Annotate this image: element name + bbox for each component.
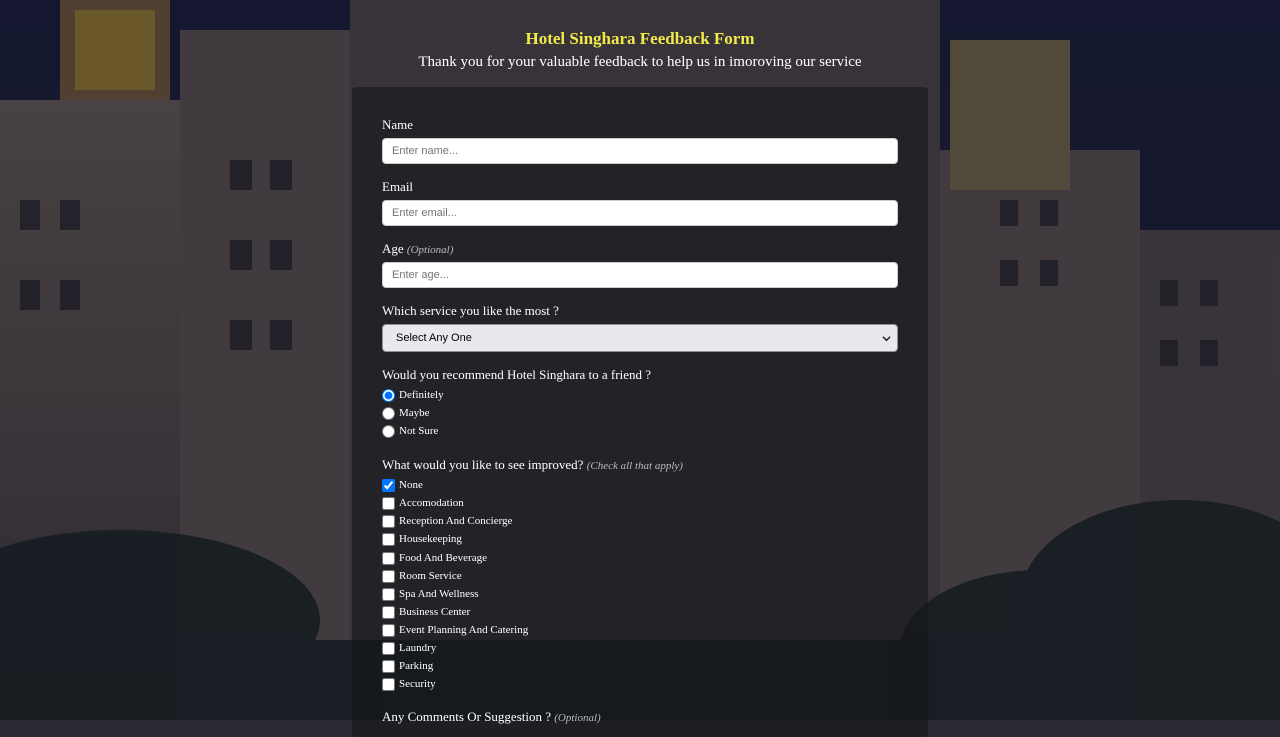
improve-option-label: Event Planning And Catering — [399, 624, 529, 636]
improve-hint: (Check all that apply) — [586, 460, 683, 472]
chevron-down-icon — [882, 336, 891, 342]
service-select[interactable]: Select Any One — [382, 324, 898, 352]
recommend-option[interactable]: Maybe — [382, 405, 430, 421]
improve-checkbox[interactable] — [382, 569, 395, 583]
recommend-radio[interactable] — [382, 388, 395, 402]
improve-option[interactable]: Accomodation — [382, 495, 464, 511]
recommend-option[interactable]: Not Sure — [382, 423, 438, 439]
recommend-option-label: Maybe — [399, 407, 430, 419]
improve-option[interactable]: Business Center — [382, 604, 470, 620]
improve-checkbox[interactable] — [382, 551, 395, 565]
page-title: Hotel Singhara Feedback Form — [525, 29, 755, 48]
improve-option[interactable]: Food And Beverage — [382, 550, 487, 566]
improve-option-label: Parking — [399, 660, 434, 672]
comments-label-text: Any Comments Or Suggestion ? — [382, 709, 551, 724]
recommend-label: Would you recommend Hotel Singhara to a … — [382, 367, 651, 382]
improve-option-label: Reception And Concierge — [399, 515, 513, 527]
improve-option[interactable]: Laundry — [382, 640, 436, 656]
improve-option[interactable]: Spa And Wellness — [382, 586, 479, 602]
comments-label: Any Comments Or Suggestion ? (Optional) — [382, 709, 601, 725]
improve-checkbox[interactable] — [382, 677, 395, 691]
improve-checkbox[interactable] — [382, 641, 395, 655]
improve-option-label: None — [399, 479, 423, 491]
age-label: Age (Optional) — [382, 241, 453, 257]
improve-option[interactable]: Room Service — [382, 568, 462, 584]
improve-option-label: Business Center — [399, 606, 471, 618]
improve-checkbox[interactable] — [382, 605, 395, 619]
email-label: Email — [382, 179, 414, 194]
recommend-radio[interactable] — [382, 424, 395, 438]
improve-option[interactable]: Event Planning And Catering — [382, 622, 528, 638]
improve-checkbox[interactable] — [382, 514, 395, 528]
improve-option[interactable]: Housekeeping — [382, 531, 462, 547]
improve-label: What would you like to see improved? (Ch… — [382, 457, 683, 473]
service-label: Which service you like the most ? — [382, 303, 559, 318]
improve-option-label: Laundry — [399, 642, 437, 654]
age-input[interactable] — [382, 262, 898, 288]
recommend-option-label: Not Sure — [399, 425, 439, 437]
improve-option-label: Housekeeping — [399, 533, 462, 545]
age-optional-hint: (Optional) — [406, 244, 454, 256]
improve-option[interactable]: None — [382, 477, 423, 493]
improve-option-label: Accomodation — [399, 497, 464, 509]
improve-option-label: Room Service — [399, 570, 462, 582]
name-label: Name — [382, 117, 414, 132]
improve-checkbox[interactable] — [382, 532, 395, 546]
improve-checkbox[interactable] — [382, 587, 395, 601]
recommend-radio[interactable] — [382, 406, 395, 420]
improve-option-label: Spa And Wellness — [399, 588, 479, 600]
form-panel — [352, 87, 928, 737]
improve-option[interactable]: Security — [382, 676, 436, 692]
email-input[interactable] — [382, 200, 898, 226]
improve-checkbox[interactable] — [382, 623, 395, 637]
comments-optional-hint: (Optional) — [554, 712, 601, 724]
improve-checkbox[interactable] — [382, 659, 395, 673]
improve-label-text: What would you like to see improved? — [382, 457, 584, 472]
name-input[interactable] — [382, 138, 898, 164]
improve-option[interactable]: Reception And Concierge — [382, 513, 512, 529]
improve-checkbox[interactable] — [382, 478, 395, 492]
age-label-text: Age — [382, 241, 404, 256]
recommend-option-label: Definitely — [399, 389, 444, 401]
service-select-value: Select Any One — [396, 332, 472, 344]
improve-option-label: Food And Beverage — [399, 552, 487, 564]
page-subtitle: Thank you for your valuable feedback to … — [418, 54, 862, 70]
improve-option-label: Security — [399, 678, 436, 690]
improve-option[interactable]: Parking — [382, 658, 433, 674]
improve-checkbox[interactable] — [382, 496, 395, 510]
recommend-option[interactable]: Definitely — [382, 387, 444, 403]
